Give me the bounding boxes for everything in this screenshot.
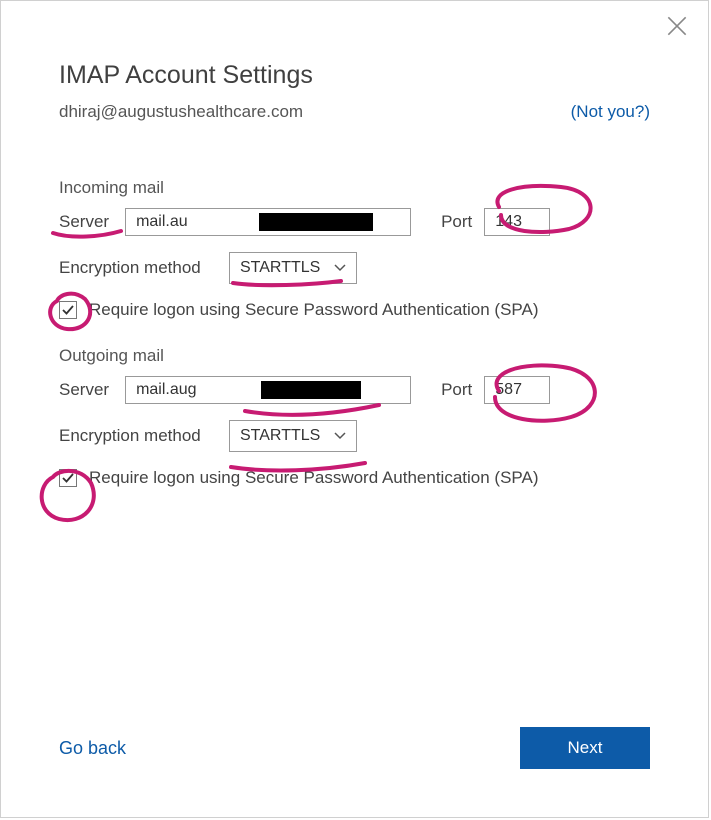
redaction — [261, 381, 361, 399]
not-you-link[interactable]: (Not you?) — [571, 102, 650, 122]
outgoing-spa-checkbox[interactable] — [59, 469, 77, 487]
outgoing-spa-label: Require logon using Secure Password Auth… — [89, 468, 539, 488]
incoming-server-label: Server — [59, 212, 109, 232]
outgoing-server-row: Server Port — [59, 376, 650, 404]
incoming-spa-checkbox[interactable] — [59, 301, 77, 319]
outgoing-port-label: Port — [441, 380, 472, 400]
dialog-footer: Go back Next — [59, 727, 650, 769]
go-back-link[interactable]: Go back — [59, 738, 126, 759]
outgoing-encryption-dropdown[interactable]: STARTTLS — [229, 420, 357, 452]
checkmark-icon — [61, 303, 75, 317]
next-button[interactable]: Next — [520, 727, 650, 769]
chevron-down-icon — [334, 427, 346, 445]
incoming-section-label: Incoming mail — [59, 178, 650, 198]
incoming-spa-row: Require logon using Secure Password Auth… — [59, 300, 650, 320]
outgoing-server-label: Server — [59, 380, 109, 400]
outgoing-section-label: Outgoing mail — [59, 346, 650, 366]
incoming-encryption-value: STARTTLS — [240, 259, 328, 277]
incoming-encryption-label: Encryption method — [59, 258, 213, 278]
close-button[interactable] — [664, 13, 690, 39]
close-icon — [664, 13, 690, 39]
annotation-overlay — [1, 1, 710, 819]
incoming-encryption-row: Encryption method STARTTLS — [59, 252, 650, 284]
outgoing-encryption-label: Encryption method — [59, 426, 213, 446]
chevron-down-icon — [334, 259, 346, 277]
incoming-port-label: Port — [441, 212, 472, 232]
redaction — [259, 213, 373, 231]
subtitle-row: dhiraj@augustushealthcare.com (Not you?) — [59, 102, 650, 122]
outgoing-encryption-value: STARTTLS — [240, 427, 328, 445]
page-title: IMAP Account Settings — [59, 61, 650, 90]
outgoing-encryption-row: Encryption method STARTTLS — [59, 420, 650, 452]
incoming-encryption-dropdown[interactable]: STARTTLS — [229, 252, 357, 284]
checkmark-icon — [61, 471, 75, 485]
imap-settings-dialog: IMAP Account Settings dhiraj@augustushea… — [0, 0, 709, 818]
outgoing-spa-row: Require logon using Secure Password Auth… — [59, 468, 650, 488]
incoming-port-input[interactable] — [484, 208, 550, 236]
incoming-server-row: Server Port — [59, 208, 650, 236]
incoming-spa-label: Require logon using Secure Password Auth… — [89, 300, 539, 320]
account-email: dhiraj@augustushealthcare.com — [59, 102, 303, 122]
outgoing-port-input[interactable] — [484, 376, 550, 404]
